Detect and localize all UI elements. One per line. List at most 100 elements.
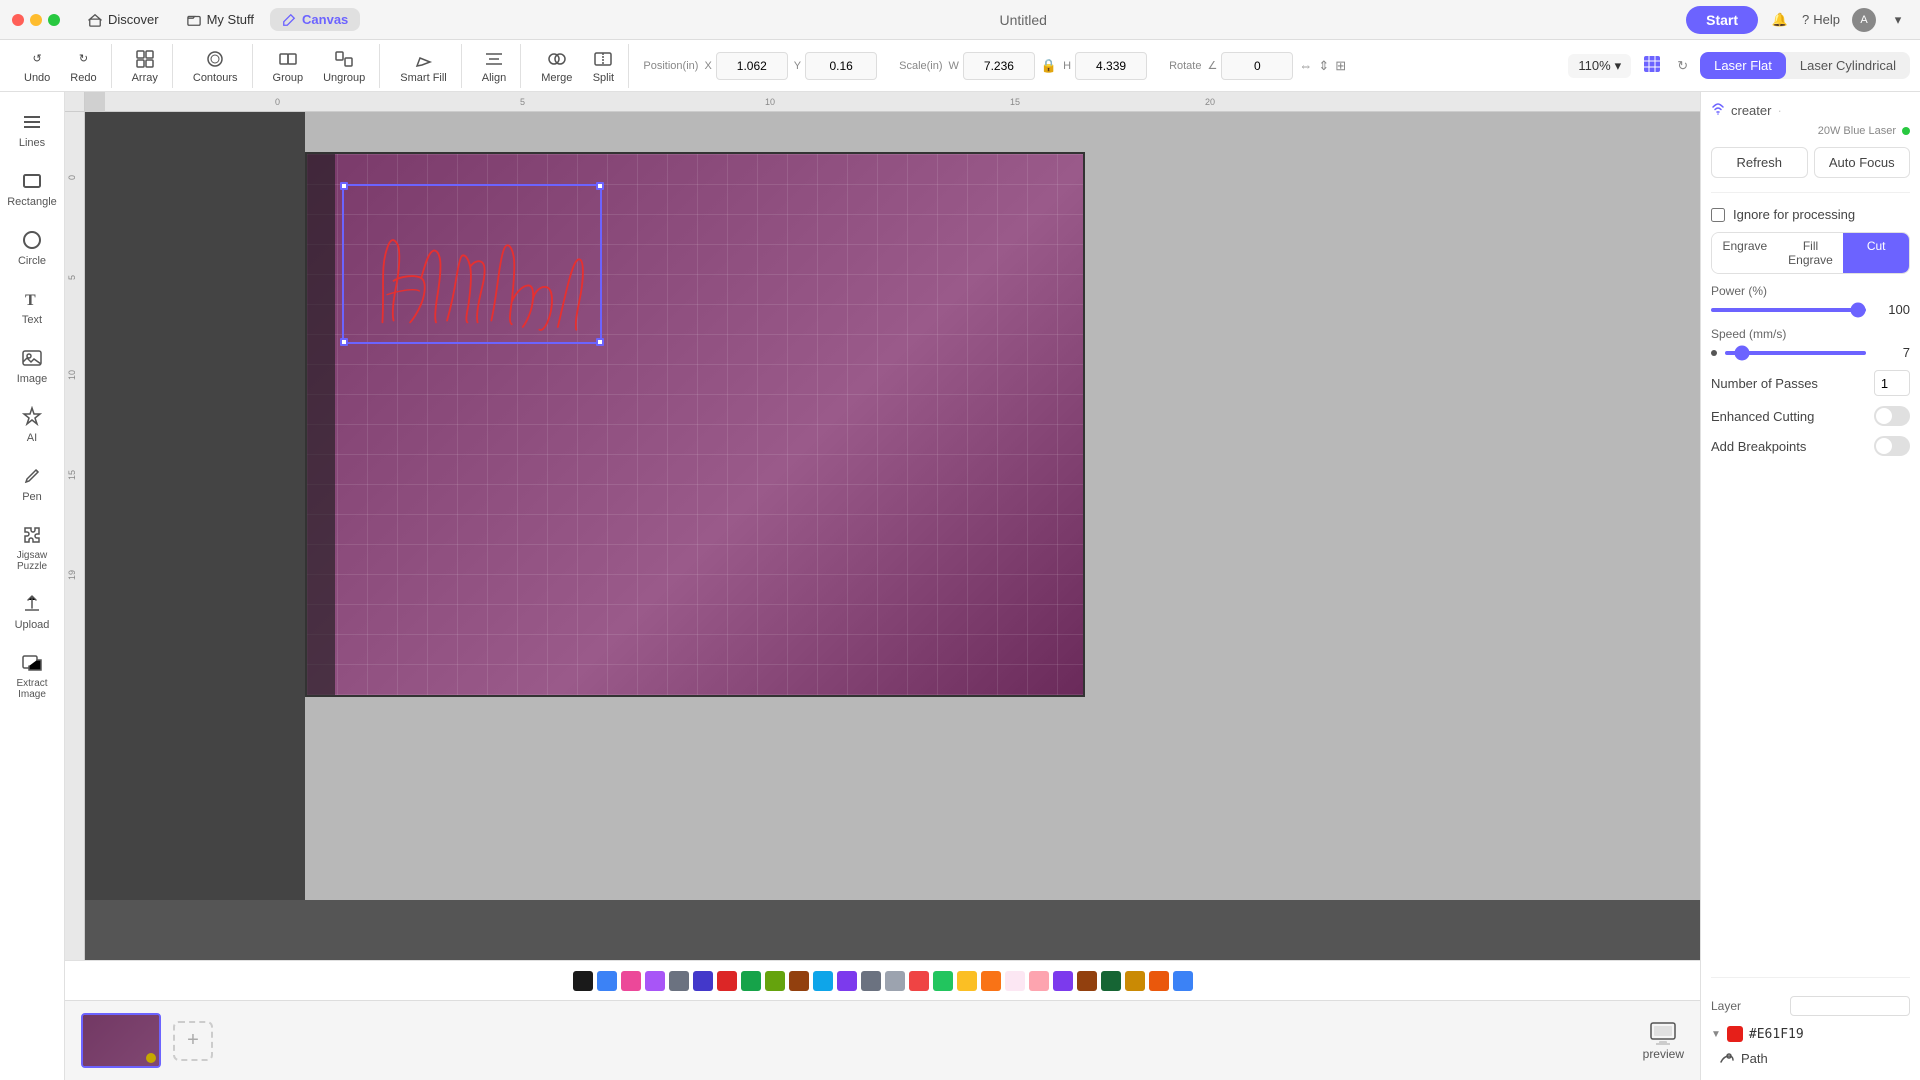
start-button[interactable]: Start — [1686, 6, 1758, 34]
color-swatch[interactable] — [1101, 971, 1121, 991]
color-swatch[interactable] — [1149, 971, 1169, 991]
preview-button[interactable]: preview — [1643, 1021, 1684, 1061]
handle-top-left[interactable] — [340, 182, 348, 190]
add-page-button[interactable]: + — [173, 1021, 213, 1061]
breakpoints-toggle[interactable] — [1874, 436, 1910, 456]
jigsaw-tool[interactable]: Jigsaw Puzzle — [4, 515, 60, 580]
split-button[interactable]: Split — [584, 44, 622, 88]
nav-tab-mystuff[interactable]: My Stuff — [175, 8, 266, 31]
laser-flat-button[interactable]: Laser Flat — [1700, 52, 1786, 79]
color-swatch[interactable] — [693, 971, 713, 991]
nav-tab-canvas[interactable]: Canvas — [270, 8, 360, 31]
image-tool[interactable]: Image — [4, 338, 60, 393]
canvas-surface[interactable] — [305, 152, 1085, 697]
nav-tab-discover[interactable]: Discover — [76, 8, 171, 31]
w-input[interactable] — [963, 52, 1035, 80]
refresh-button[interactable]: Refresh — [1711, 147, 1808, 178]
color-swatch[interactable] — [957, 971, 977, 991]
color-swatch[interactable] — [741, 971, 761, 991]
page-thumbnail[interactable] — [81, 1013, 161, 1068]
top-bar: Discover My Stuff Canvas Untitled Start … — [0, 0, 1920, 40]
selection-box — [342, 184, 602, 344]
color-swatch[interactable] — [1173, 971, 1193, 991]
merge-group: Merge Split — [527, 44, 629, 88]
path-item[interactable]: Path — [1711, 1046, 1910, 1070]
power-slider[interactable] — [1711, 308, 1866, 312]
grid-icon[interactable] — [1639, 51, 1665, 80]
rectangle-tool[interactable]: Rectangle — [4, 161, 60, 216]
color-swatch[interactable] — [1125, 971, 1145, 991]
layer-input[interactable] — [1790, 996, 1910, 1016]
x-input[interactable] — [716, 52, 788, 80]
color-swatch[interactable] — [621, 971, 641, 991]
cut-tab[interactable]: Cut — [1843, 233, 1909, 273]
close-button[interactable] — [12, 14, 24, 26]
extract-tool[interactable]: Extract Image — [4, 643, 60, 708]
color-swatch[interactable] — [669, 971, 689, 991]
color-swatch[interactable] — [765, 971, 785, 991]
minimize-button[interactable] — [30, 14, 42, 26]
contours-button[interactable]: Contours — [185, 44, 246, 88]
color-swatch[interactable] — [573, 971, 593, 991]
array-button[interactable]: Array — [124, 44, 166, 88]
color-swatch[interactable] — [717, 971, 737, 991]
align-button[interactable]: Align — [474, 44, 514, 88]
handle-bottom-left[interactable] — [340, 338, 348, 346]
pen-tool[interactable]: Pen — [4, 456, 60, 511]
merge-button[interactable]: Merge — [533, 44, 580, 88]
smart-fill-button[interactable]: Smart Fill — [392, 44, 454, 88]
layer-color-swatch[interactable] — [1727, 1026, 1743, 1042]
lines-tool[interactable]: Lines — [4, 102, 60, 157]
color-swatch[interactable] — [837, 971, 857, 991]
enhanced-cutting-row: Enhanced Cutting — [1711, 406, 1910, 426]
color-swatch[interactable] — [813, 971, 833, 991]
y-input[interactable] — [805, 52, 877, 80]
speed-slider[interactable] — [1725, 351, 1866, 355]
chevron-down-icon[interactable]: ▾ — [1888, 10, 1908, 30]
color-swatch[interactable] — [885, 971, 905, 991]
laser-cylindrical-button[interactable]: Laser Cylindrical — [1786, 52, 1910, 79]
refresh-icon[interactable]: ↻ — [1673, 54, 1692, 78]
lock-icon[interactable]: 🔒 — [1041, 58, 1057, 74]
color-swatch[interactable] — [981, 971, 1001, 991]
upload-tool[interactable]: Upload — [4, 584, 60, 639]
svg-text:20: 20 — [1205, 97, 1215, 107]
transform-icon[interactable]: ⊞ — [1335, 58, 1346, 74]
h-input[interactable] — [1075, 52, 1147, 80]
color-swatch[interactable] — [1053, 971, 1073, 991]
color-swatch[interactable] — [645, 971, 665, 991]
fill-engrave-tab[interactable]: Fill Engrave — [1778, 233, 1844, 273]
handle-top-right[interactable] — [596, 182, 604, 190]
layer-color-row[interactable]: ▼ #E61F19 — [1711, 1022, 1910, 1046]
color-swatch[interactable] — [1077, 971, 1097, 991]
ignore-checkbox[interactable] — [1711, 208, 1725, 222]
color-swatch[interactable] — [1005, 971, 1025, 991]
zoom-control[interactable]: 110% ▾ — [1568, 54, 1631, 78]
help-button[interactable]: ? Help — [1802, 12, 1840, 27]
maximize-button[interactable] — [48, 14, 60, 26]
canvas-workspace[interactable] — [85, 112, 1700, 960]
color-swatch[interactable] — [789, 971, 809, 991]
flip-v-icon[interactable]: ⇕ — [1318, 58, 1329, 74]
color-swatch[interactable] — [861, 971, 881, 991]
color-swatch[interactable] — [1029, 971, 1049, 991]
text-tool[interactable]: T Text — [4, 279, 60, 334]
rotate-input[interactable] — [1221, 52, 1293, 80]
color-swatch[interactable] — [933, 971, 953, 991]
flip-h-icon[interactable]: ⇔ — [1299, 58, 1312, 73]
group-button[interactable]: Group — [265, 44, 312, 88]
color-swatch[interactable] — [597, 971, 617, 991]
passes-input[interactable] — [1874, 370, 1910, 396]
engrave-tab[interactable]: Engrave — [1712, 233, 1778, 273]
avatar[interactable]: A — [1852, 8, 1876, 32]
ungroup-button[interactable]: Ungroup — [315, 44, 373, 88]
ai-icon — [20, 405, 44, 429]
redo-button[interactable]: ↻ Redo — [62, 44, 104, 88]
auto-focus-button[interactable]: Auto Focus — [1814, 147, 1911, 178]
enhanced-toggle[interactable] — [1874, 406, 1910, 426]
circle-tool[interactable]: Circle — [4, 220, 60, 275]
color-swatch[interactable] — [909, 971, 929, 991]
ai-tool[interactable]: AI — [4, 397, 60, 452]
undo-button[interactable]: ↺ Undo — [16, 44, 58, 88]
notification-icon[interactable]: 🔔 — [1770, 10, 1790, 30]
